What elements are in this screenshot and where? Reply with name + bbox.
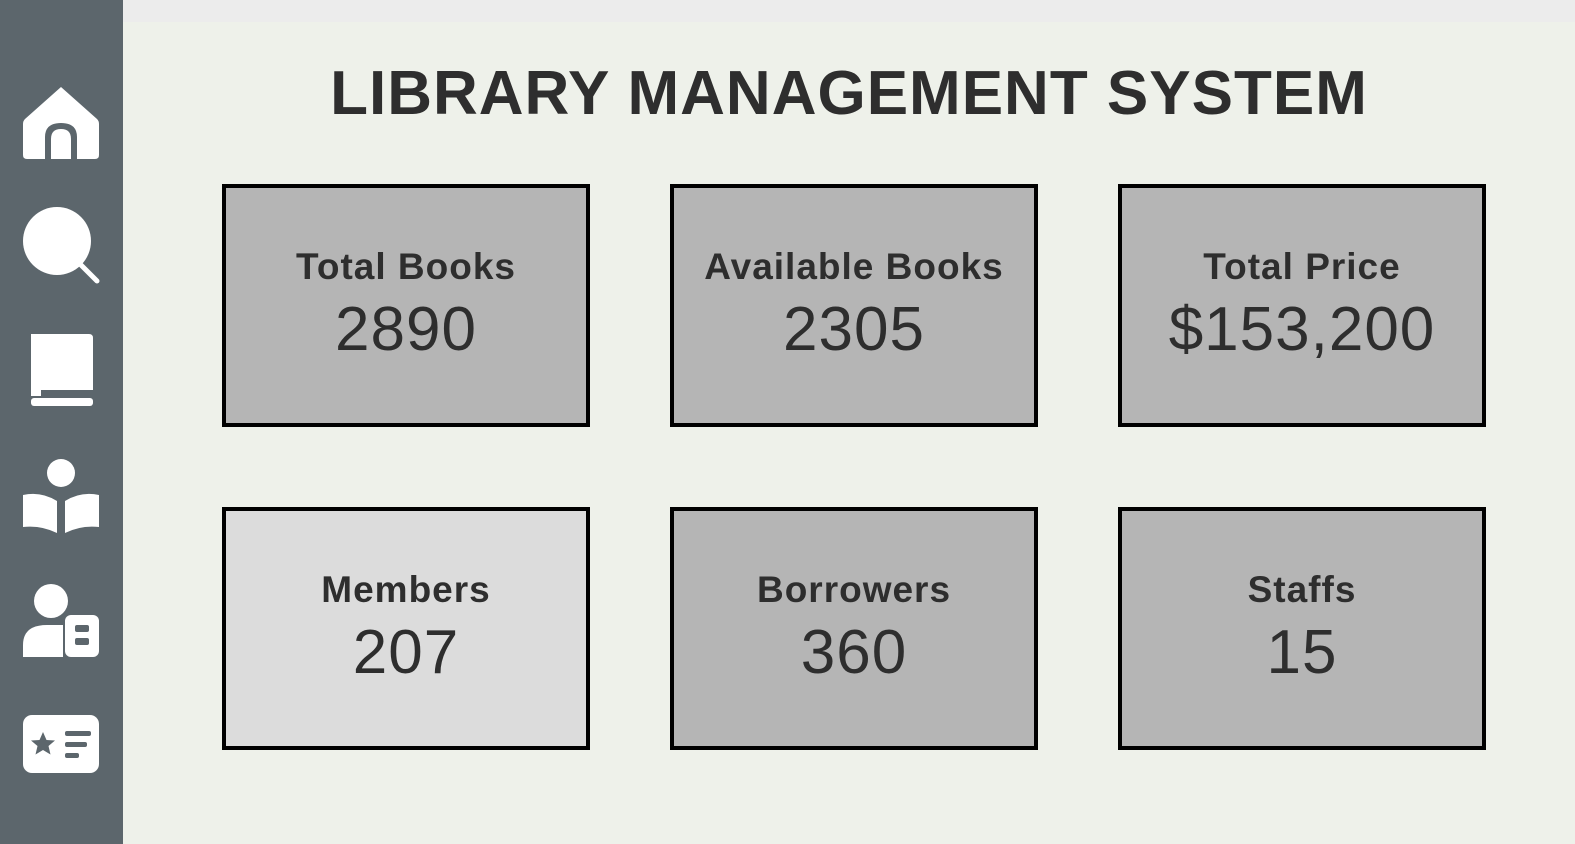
stat-label: Borrowers	[756, 569, 952, 610]
stat-card-borrowers[interactable]: Borrowers 360	[670, 507, 1038, 750]
stat-label: Staffs	[1247, 569, 1357, 610]
home-icon[interactable]	[20, 80, 102, 162]
reader-icon[interactable]	[20, 454, 102, 536]
stat-value: $153,200	[1168, 295, 1436, 364]
page-title: LIBRARY MANAGEMENT SYSTEM	[330, 59, 1368, 128]
top-bar	[123, 0, 1575, 22]
stat-value: 15	[1266, 618, 1338, 687]
user-contact-icon[interactable]	[20, 580, 102, 662]
stat-value: 2305	[783, 295, 925, 364]
book-icon[interactable]	[20, 329, 102, 411]
stat-label: Total Price	[1203, 246, 1401, 287]
stat-card-members[interactable]: Members 207	[222, 507, 590, 750]
id-card-icon[interactable]	[20, 704, 102, 786]
stat-card-total-price[interactable]: Total Price $153,200	[1118, 184, 1486, 427]
stat-label: Total Books	[296, 246, 516, 287]
stat-label: Available Books	[704, 246, 1004, 287]
sidebar	[0, 0, 123, 844]
stat-value: 360	[800, 618, 908, 687]
stat-value: 2890	[335, 295, 477, 364]
stat-value: 207	[352, 618, 460, 687]
stat-label: Members	[321, 569, 491, 610]
stat-card-available-books[interactable]: Available Books 2305	[670, 184, 1038, 427]
stat-card-total-books[interactable]: Total Books 2890	[222, 184, 590, 427]
search-icon[interactable]	[20, 204, 102, 286]
stat-card-staffs[interactable]: Staffs 15	[1118, 507, 1486, 750]
